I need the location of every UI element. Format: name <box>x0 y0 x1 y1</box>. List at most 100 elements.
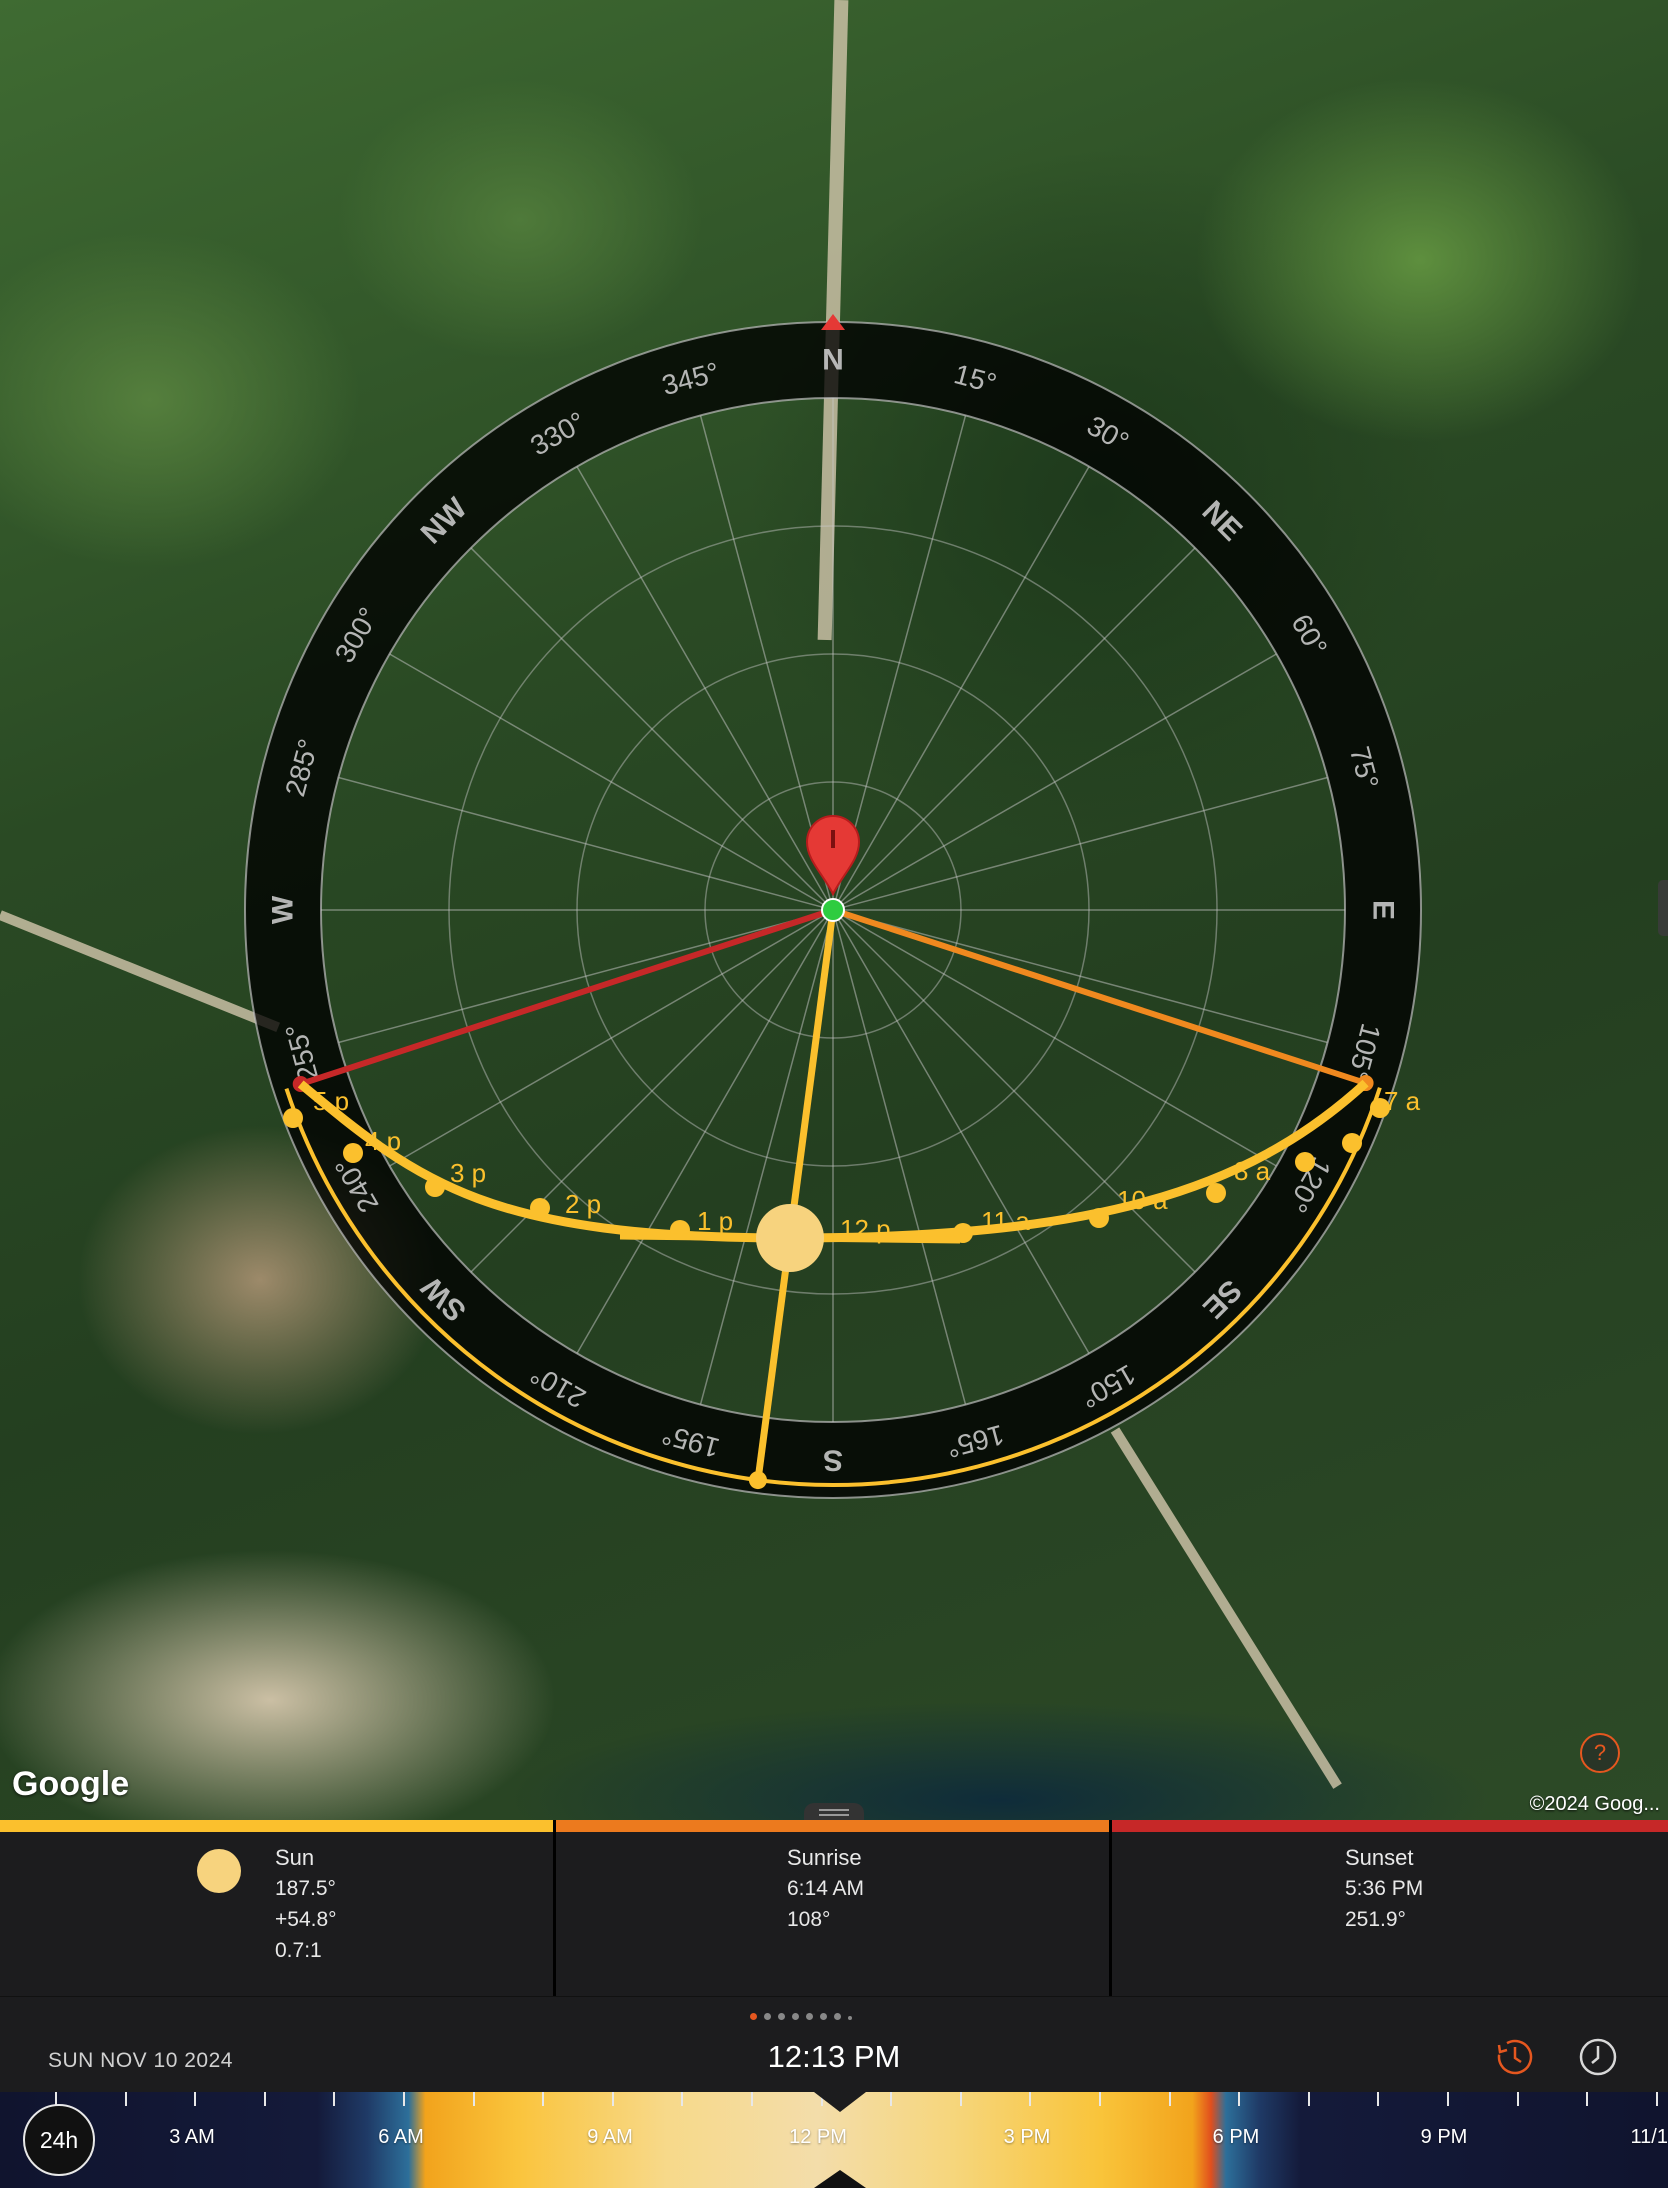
sunrise-title: Sunrise <box>787 1845 862 1870</box>
sun-azimuth-endpoint <box>748 1471 767 1490</box>
hour-label: 4 p <box>365 1126 401 1156</box>
page-dot[interactable] <box>778 2013 785 2020</box>
page-dot[interactable] <box>792 2013 799 2020</box>
clock-icon[interactable] <box>1578 2037 1618 2077</box>
page-dot[interactable] <box>764 2013 771 2020</box>
hour-label: 5 p <box>313 1086 349 1116</box>
google-logo: Google <box>12 1765 130 1803</box>
panel-divider <box>553 1820 556 1996</box>
sun-azimuth: 187.5° <box>275 1877 336 1900</box>
timeline-tick <box>611 2092 614 2106</box>
page-dot[interactable] <box>820 2013 827 2020</box>
compass-spoke <box>837 912 1277 1167</box>
hour-marker <box>1295 1152 1315 1172</box>
24h-toggle-button[interactable]: 24h <box>23 2104 95 2176</box>
compass-spoke <box>470 547 830 907</box>
timeline-tick <box>1377 2092 1380 2106</box>
sunrise-azimuth: 108° <box>787 1908 831 1931</box>
page-dot[interactable] <box>806 2013 813 2020</box>
location-dot <box>821 898 845 922</box>
hour-label: 3 p <box>450 1158 486 1188</box>
cardinal-label: E <box>1367 900 1400 920</box>
timeline-tick <box>1099 2092 1101 2106</box>
page-dot[interactable] <box>848 2016 852 2020</box>
timeline-tick <box>403 2092 405 2106</box>
time-bar: SUN NOV 10 2024 12:13 PM <box>0 1996 1668 2093</box>
satellite-map[interactable]: N E S W NE SE SW NW 15° 30° 60° 75° 105° 120° 150° 165°… <box>0 0 1668 1820</box>
hour-label: 10 a <box>1117 1185 1168 1215</box>
timeline-label: 9 PM <box>1420 2126 1468 2148</box>
compass-spoke <box>389 653 829 908</box>
page-dot[interactable] <box>834 2013 841 2020</box>
compass-spoke <box>836 547 1196 907</box>
timeline-tick <box>681 2092 684 2106</box>
timeline-tick <box>472 2092 475 2106</box>
compass-spoke <box>389 912 829 1167</box>
hour-label: 8 a <box>1234 1156 1271 1186</box>
hour-label: 7 a <box>1384 1086 1421 1116</box>
compass-spoke <box>838 776 1328 910</box>
timeline-label: 11/1 <box>1630 2126 1668 2148</box>
hour-marker <box>1342 1133 1362 1153</box>
current-time-marker <box>814 2092 866 2112</box>
hour-marker <box>343 1143 363 1163</box>
sun-shadow-ratio: 0.7:1 <box>275 1939 322 1962</box>
hour-label: 11 a <box>981 1206 1030 1236</box>
timeline-tick <box>890 2092 893 2106</box>
history-icon[interactable] <box>1495 2037 1535 2077</box>
sunset-time: 5:36 PM <box>1345 1877 1424 1900</box>
timeline-tick <box>194 2092 197 2106</box>
timeline-tick <box>1029 2092 1032 2106</box>
timeline-tick <box>124 2092 127 2106</box>
compass-spoke <box>699 915 833 1405</box>
time-label[interactable]: 12:13 PM <box>0 2039 1668 2075</box>
timeline-tick <box>542 2092 545 2106</box>
compass-spoke <box>835 466 1090 906</box>
info-panel: Sun 187.5° +54.8° 0.7:1 Sunrise 6:14 AM … <box>0 1832 1668 1996</box>
timeline-tick <box>1516 2092 1519 2106</box>
sunrise-direction-line <box>832 907 1367 1086</box>
compass-spoke <box>338 910 828 1044</box>
help-button[interactable]: ? <box>1580 1733 1620 1773</box>
cardinal-label: N <box>822 344 844 377</box>
timeline-tick <box>1586 2092 1589 2106</box>
timeline-label: 6 AM <box>378 2126 424 2148</box>
sunset-card[interactable]: Sunset 5:36 PM 251.9° <box>1112 1832 1668 1996</box>
timeline-tick <box>751 2092 753 2106</box>
sunrise-card[interactable]: Sunrise 6:14 AM 108° <box>556 1832 1109 1996</box>
panel-divider <box>1109 1820 1112 1996</box>
sun-elevation: +54.8° <box>275 1908 337 1931</box>
timeline-tick <box>1238 2092 1241 2106</box>
timeline-tick <box>55 2092 57 2106</box>
timeline-tick <box>1168 2092 1171 2106</box>
timeline-tick <box>263 2092 266 2106</box>
timeline-label: 9 AM <box>587 2126 633 2148</box>
sunset-azimuth: 251.9° <box>1345 1908 1406 1931</box>
hour-marker <box>530 1198 550 1218</box>
timeline-label: 3 AM <box>169 2126 215 2148</box>
timeline-tick <box>333 2092 336 2106</box>
map-pin-icon <box>805 815 861 897</box>
sun-card[interactable]: Sun 187.5° +54.8° 0.7:1 <box>0 1832 553 1996</box>
timeline-tick <box>1447 2092 1449 2106</box>
compass-spoke <box>338 776 828 910</box>
hour-marker <box>1089 1208 1109 1228</box>
hour-label: 2 p <box>565 1189 601 1219</box>
map-copyright: ©2024 Goog... <box>1529 1793 1660 1815</box>
hour-marker <box>1206 1183 1226 1203</box>
side-panel-handle[interactable] <box>1658 880 1668 936</box>
compass-spoke <box>576 466 831 906</box>
page-dot[interactable] <box>750 2013 757 2020</box>
page-indicator[interactable] <box>750 2007 859 2025</box>
compass-spoke <box>833 915 967 1405</box>
sun-title: Sun <box>275 1845 315 1870</box>
cardinal-label: W <box>267 895 300 924</box>
timeline-label: 6 PM <box>1212 2126 1260 2148</box>
panel-color-strip <box>0 1820 1668 1832</box>
timeline-tick <box>1307 2092 1310 2106</box>
compass-spoke <box>838 910 1328 1044</box>
sun-azimuth-line <box>754 909 837 1481</box>
hour-label: 1 p <box>697 1206 733 1236</box>
timeline-tick <box>959 2092 962 2106</box>
compass-spoke <box>837 653 1277 908</box>
